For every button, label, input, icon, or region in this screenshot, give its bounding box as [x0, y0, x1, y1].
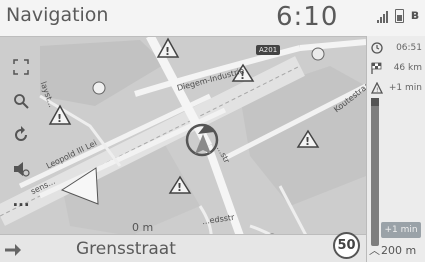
- svg-text:!: !: [177, 181, 182, 194]
- traffic-delay: +1 min: [388, 83, 422, 93]
- svg-text:!: !: [57, 112, 62, 125]
- header-bar: Navigation 6:10 ʙ: [0, 0, 425, 37]
- more-icon[interactable]: ...: [4, 186, 38, 216]
- route-progress-track: [371, 98, 379, 246]
- arrival-time-row: 06:51: [367, 40, 425, 58]
- svg-text:!: !: [305, 135, 310, 148]
- checkered-flag-icon: [370, 61, 384, 75]
- arrow-right-icon: [5, 244, 21, 256]
- current-street: Grensstraat: [76, 239, 176, 259]
- traffic-delay-row: ! +1 min: [367, 80, 425, 98]
- clock-icon: [370, 41, 384, 55]
- warning-icon: !: [370, 81, 384, 95]
- chevron-up-icon: ︿: [369, 244, 380, 257]
- search-icon[interactable]: [4, 86, 38, 116]
- route-info-panel[interactable]: 06:51 46 km ! +1 min +1 min ︿ 200 m: [366, 36, 425, 262]
- street-bar: Grensstraat: [0, 234, 366, 262]
- distance-row: 46 km: [367, 60, 425, 78]
- next-distance: 200 m: [381, 243, 417, 257]
- distance-to-turn: 0 m: [132, 221, 154, 234]
- svg-text:!: !: [376, 87, 378, 94]
- track-cap: [371, 98, 379, 106]
- speed-limit-sign: 50: [333, 232, 360, 259]
- road-shield-a201: A201: [256, 45, 281, 55]
- left-controls: ...: [0, 36, 40, 224]
- status-area: ʙ: [376, 8, 419, 23]
- expand-icon[interactable]: [4, 52, 38, 82]
- clock: 6:10: [276, 2, 339, 32]
- bluetooth-icon: ʙ: [410, 8, 419, 23]
- traffic-tag: +1 min: [381, 222, 421, 238]
- volume-icon[interactable]: [4, 154, 38, 184]
- next-distance-row: ︿ 200 m: [369, 242, 416, 258]
- map-view[interactable]: ! ! ! ! !: [0, 36, 425, 262]
- distance-to-destination: 46 km: [393, 63, 422, 73]
- signal-icon: [376, 9, 388, 23]
- page-title: Navigation: [6, 4, 109, 26]
- svg-text:!: !: [165, 45, 170, 58]
- arrival-time: 06:51: [396, 43, 422, 53]
- reroute-icon[interactable]: [4, 120, 38, 150]
- navigation-screen: ! ! ! ! ! Diegem-Industrie A201 Leopold …: [0, 0, 425, 262]
- battery-icon: [394, 9, 404, 23]
- map-canvas: ! ! ! ! !: [0, 36, 425, 262]
